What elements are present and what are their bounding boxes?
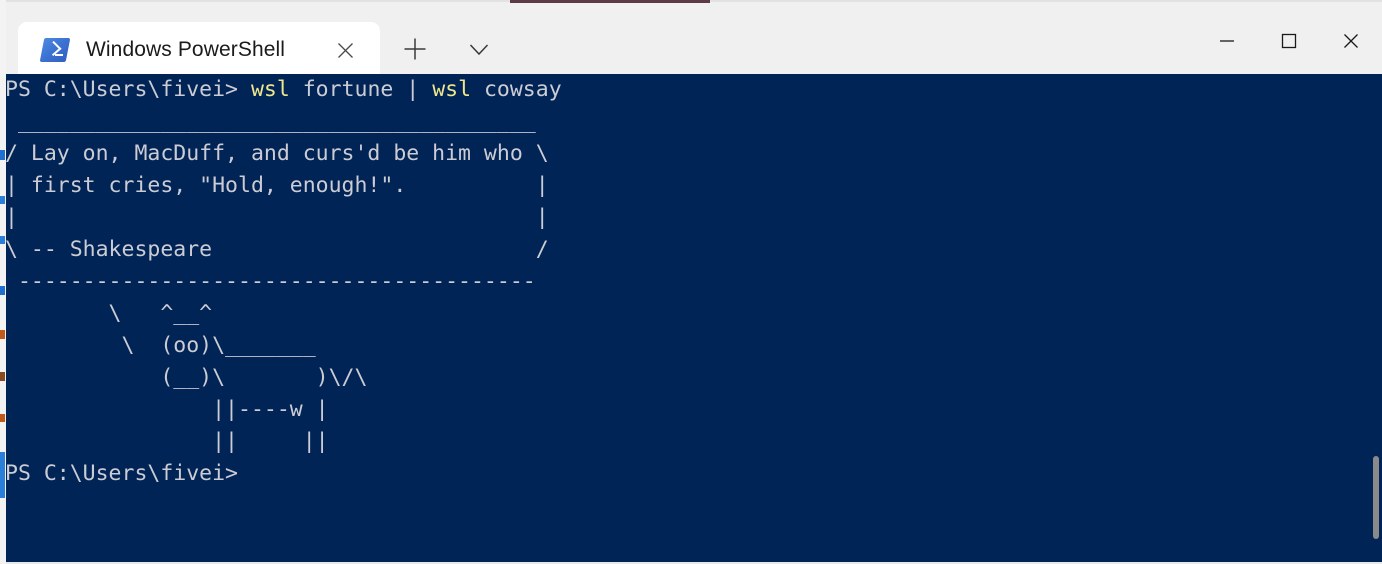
- title-bar: Windows PowerShell: [0, 4, 1382, 78]
- background-window-mark: [0, 452, 5, 498]
- terminal-pane[interactable]: PS C:\Users\fivei> wsl fortune | wsl cow…: [5, 74, 1382, 564]
- tab-windows-powershell[interactable]: Windows PowerShell: [18, 22, 380, 78]
- window-controls: [1196, 8, 1382, 74]
- background-window-mark: [0, 330, 5, 339]
- scrollbar-thumb[interactable]: [1373, 456, 1379, 539]
- terminal-scrollbar[interactable]: [1370, 74, 1382, 564]
- close-window-button[interactable]: [1320, 8, 1382, 74]
- terminal-output: PS C:\Users\fivei> wsl fortune | wsl cow…: [5, 77, 562, 486]
- maximize-icon: [1281, 33, 1297, 49]
- background-window-mark: [0, 236, 5, 244]
- close-tab-icon[interactable]: [332, 37, 358, 63]
- powershell-window: Windows PowerShell PS C:\Users\fivei> ws…: [0, 0, 1382, 564]
- maximize-button[interactable]: [1258, 8, 1320, 74]
- chevron-down-icon: [469, 44, 489, 56]
- background-window-mark: [0, 150, 5, 160]
- background-window-mark: [0, 196, 5, 204]
- minimize-button[interactable]: [1196, 8, 1258, 74]
- background-window-mark: [0, 286, 5, 295]
- minimize-icon: [1220, 40, 1234, 42]
- tab-dropdown-button[interactable]: [460, 30, 498, 68]
- background-window-mark: [0, 414, 5, 422]
- plus-icon: [404, 38, 426, 60]
- powershell-icon: [39, 35, 71, 65]
- new-tab-button[interactable]: [396, 30, 434, 68]
- background-window-top-sliver: [510, 0, 710, 3]
- close-icon: [1344, 34, 1358, 48]
- background-window-mark: [0, 372, 5, 381]
- tab-label: Windows PowerShell: [86, 38, 286, 61]
